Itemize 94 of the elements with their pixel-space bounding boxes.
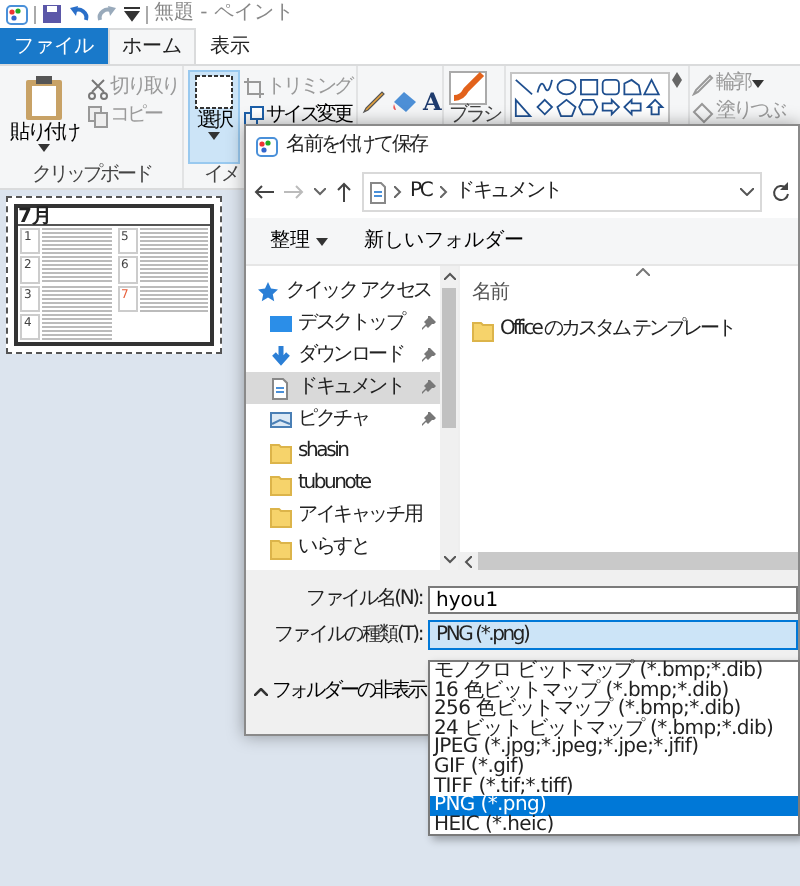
dialog-title: 名前を付けて保存	[286, 134, 427, 158]
caret-icon	[208, 132, 220, 140]
folder-icon	[270, 473, 292, 495]
ruled-lines	[42, 256, 111, 283]
fill-icon	[691, 101, 714, 123]
select-button[interactable]: 選択	[188, 70, 240, 164]
scroll-down-icon[interactable]	[671, 80, 682, 88]
file-type-option[interactable]: 24 ビット ビットマップ (*.bmp;*.dib)	[430, 719, 798, 739]
file-type-option[interactable]: PNG (*.png)	[430, 796, 798, 816]
window-title: 無題 - ペイント	[154, 2, 294, 26]
history-caret-icon	[740, 188, 754, 196]
scroll-up-icon[interactable]	[671, 72, 682, 80]
file-type-option[interactable]: 16 色ビットマップ (*.bmp;*.dib)	[430, 681, 798, 701]
file-type-option[interactable]: HEIC (*.heic)	[430, 815, 798, 835]
vertical-scrollbar[interactable]	[440, 266, 458, 570]
chevron-icon	[439, 186, 448, 198]
folder-icon	[472, 319, 494, 341]
new-folder-button[interactable]: 新しいフォルダー	[364, 229, 524, 253]
quick-star-icon	[258, 281, 280, 303]
ruled-lines	[139, 228, 208, 255]
ruled-lines	[42, 285, 111, 312]
ruled-lines	[139, 256, 208, 283]
file-name-label: ファイル名(N):	[304, 588, 422, 612]
document-icon	[270, 377, 292, 399]
file-item[interactable]: Office のカスタム テンプレート	[460, 306, 798, 342]
nav-item[interactable]: shasin	[246, 436, 440, 468]
document-icon	[370, 181, 386, 203]
save-icon[interactable]	[42, 4, 62, 24]
palette-icon[interactable]	[6, 3, 28, 25]
nav-item[interactable]: ドキュメント	[246, 372, 440, 404]
horizontal-scrollbar[interactable]	[460, 552, 798, 570]
group-label: イメ	[202, 164, 240, 188]
caret-icon	[751, 80, 764, 88]
folder-icon	[270, 505, 292, 527]
brush-icon[interactable]	[448, 70, 489, 106]
shapes-gallery-drawing[interactable]	[513, 76, 666, 120]
name-column-header[interactable]: 名前	[472, 282, 508, 306]
ribbon-tab[interactable]: ホーム	[108, 28, 196, 64]
collapse-caret-icon	[254, 688, 268, 696]
folder-icon	[270, 537, 292, 559]
image-title: 7月	[18, 208, 210, 226]
nav-item[interactable]: ダウンロード	[246, 340, 440, 372]
file-type-option[interactable]: モノクロ ビットマップ (*.bmp;*.dib)	[430, 662, 798, 682]
caret-icon	[316, 237, 328, 245]
address-bar[interactable]: PC ドキュメント	[362, 172, 762, 212]
caret-icon	[38, 144, 50, 152]
up-icon[interactable]	[336, 182, 352, 202]
nav-item[interactable]: デスクトップ	[246, 308, 440, 340]
file-type-option[interactable]: JPEG (*.jpg;*.jpeg;*.jpe;*.jfif)	[430, 738, 798, 758]
cut-icon	[88, 77, 108, 99]
file-type-option[interactable]: GIF (*.gif)	[430, 757, 798, 778]
ruled-lines	[42, 313, 111, 340]
file-name-field[interactable]: hyou1	[428, 586, 798, 614]
ruled-lines	[139, 285, 208, 312]
desktop-icon	[270, 313, 292, 335]
nav-item[interactable]: クイック アクセス	[246, 276, 440, 308]
file-type-option[interactable]: TIFF (*.tif;*.tiff)	[430, 777, 798, 797]
path-label: PC	[410, 180, 432, 204]
ruled-lines	[42, 228, 111, 255]
sort-caret-icon	[636, 268, 650, 276]
brushes-label: ブラシ	[448, 106, 500, 126]
organize-button[interactable]: 整理	[270, 229, 328, 253]
file-menu-tab[interactable]: ファイル	[0, 28, 108, 64]
folder-icon	[270, 441, 292, 463]
crop-icon	[244, 77, 264, 99]
nav-item[interactable]: いらすと	[246, 532, 440, 564]
customize-caret-icon[interactable]	[124, 6, 140, 22]
download-arrow-icon	[270, 345, 292, 367]
back-icon[interactable]	[254, 184, 274, 200]
picture-icon	[270, 409, 292, 431]
undo-icon[interactable]	[68, 4, 90, 24]
refresh-icon[interactable]	[772, 182, 790, 202]
nav-item[interactable]: tubunote	[246, 468, 440, 500]
nav-item[interactable]: ピクチャ	[246, 404, 440, 436]
file-type-option[interactable]: 256 色ビットマップ (*.bmp;*.dib)	[430, 700, 798, 720]
selection-icon	[194, 74, 234, 110]
ribbon-tab[interactable]: 表示	[196, 28, 264, 64]
recent-caret-icon[interactable]	[314, 188, 326, 196]
resize-button[interactable]: サイズ変更	[244, 104, 351, 128]
pencil-icon[interactable]	[361, 90, 385, 114]
file-type-select[interactable]: PNG (*.png)	[428, 620, 798, 650]
clipboard-icon	[24, 74, 64, 122]
copy-icon	[88, 105, 108, 127]
fill-bucket-icon[interactable]	[391, 90, 417, 114]
chevron-icon	[394, 186, 402, 198]
paint-app-icon	[256, 135, 278, 157]
file-type-label: ファイルの種類(T):	[271, 623, 422, 647]
outline-icon	[691, 73, 714, 95]
paste-button[interactable]: 貼り付け	[4, 70, 84, 164]
hide-folders-button[interactable]: フォルダーの非表示	[246, 680, 425, 704]
text-tool-button[interactable]: A	[423, 90, 439, 114]
nav-item[interactable]: アイキャッチ用	[246, 500, 440, 532]
path-label: ドキュメント	[455, 180, 561, 204]
group-label: クリップボード	[29, 164, 153, 188]
